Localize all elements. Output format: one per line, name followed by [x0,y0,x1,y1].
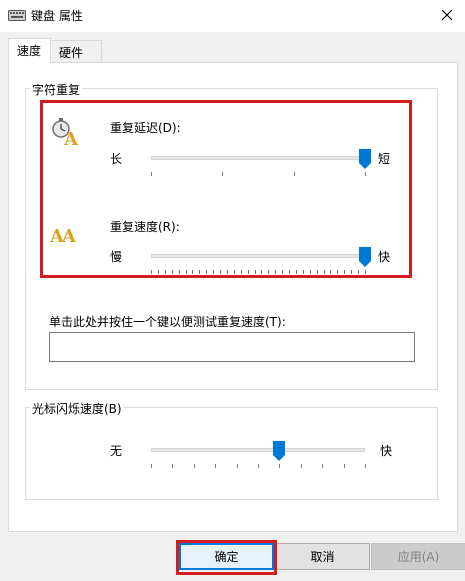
slider-tick [193,464,195,468]
slider-tick [275,270,277,274]
slider-tick [222,172,224,176]
slider-tick [309,270,311,274]
slider-tick [199,270,201,274]
slider-tick [164,270,166,274]
slider-tick [351,270,353,274]
repeat-delay-long-label: 长 [110,152,123,166]
repeat-rate-slow-label: 慢 [110,250,123,264]
stopwatch-a-icon: A [52,118,79,148]
apply-button: 应用(A) [371,543,465,570]
keyboard-icon [8,10,26,21]
slider-tick [343,464,345,468]
slider-tick [268,270,270,274]
slider-ticks [151,270,366,274]
repeat-rate-label: 重复速度(R): [110,220,180,234]
slider-tick [300,464,302,468]
slider-tick [157,270,159,274]
repeat-delay-slider[interactable] [151,149,371,180]
svg-text:A: A [63,129,79,148]
slider-tick [206,270,208,274]
repeat-delay-short-label: 短 [378,152,391,166]
repeat-test-label: 单击此处并按住一个键以便测试重复速度(T): [49,315,286,329]
slider-track [151,156,365,160]
svg-text:A: A [61,226,77,247]
slider-tick [172,464,174,468]
tab-speed[interactable]: 速度 [8,38,51,63]
cursor-blink-slider[interactable] [151,441,366,472]
slider-ticks [151,464,366,468]
slider-tick [302,270,304,274]
slider-ticks [151,172,366,176]
close-button[interactable] [432,2,462,28]
slider-tick [316,270,318,274]
slider-tick [171,270,173,274]
repeat-rate-fast-label: 快 [378,250,391,264]
slider-tick [323,270,325,274]
slider-tick [233,270,235,274]
ok-button[interactable]: 确定 [179,543,274,570]
slider-tick [365,172,366,176]
slider-track [151,254,365,258]
slider-tick [151,172,152,176]
slider-tick [330,270,332,274]
slider-thumb[interactable] [359,247,371,267]
slider-tick [213,270,215,274]
repeat-rate-slider[interactable] [151,247,371,278]
slider-tick [261,270,263,274]
tab-hardware[interactable]: 硬件 [50,40,102,63]
slider-thumb[interactable] [273,441,286,461]
repeat-delay-label: 重复延迟(D): [110,121,181,135]
slider-tick [247,270,249,274]
slider-tick [178,270,180,274]
slider-tick [192,270,194,274]
slider-tick [279,464,281,468]
slider-tick [293,172,295,176]
slider-tick [240,270,242,274]
char-repeat-legend: 字符重复 [30,81,83,98]
slider-thumb[interactable] [359,149,371,169]
slider-tick [358,270,360,274]
slider-tick [365,270,366,274]
slider-tick [185,270,187,274]
slider-tick [365,464,366,468]
close-icon [441,9,453,21]
cancel-button[interactable]: 取消 [275,543,370,570]
window-title: 键盘 属性 [31,9,83,23]
slider-track [151,448,365,452]
slider-tick [236,464,238,468]
slider-tick [344,270,346,274]
slider-tick [215,464,217,468]
repeat-test-input[interactable] [49,332,415,362]
cursor-blink-legend: 光标闪烁速度(B) [30,400,124,417]
slider-tick [337,270,339,274]
slider-tick [295,270,297,274]
slider-tick [258,464,259,468]
slider-tick [254,270,256,274]
cursor-blink-fast-label: 快 [380,444,393,458]
cursor-blink-none-label: 无 [110,444,123,458]
slider-tick [322,464,324,468]
slider-tick [151,464,152,468]
slider-tick [282,270,284,274]
slider-tick [226,270,228,274]
slider-tick [151,270,152,274]
slider-tick [289,270,291,274]
slider-tick [220,270,222,274]
double-a-icon: A A [50,226,77,247]
